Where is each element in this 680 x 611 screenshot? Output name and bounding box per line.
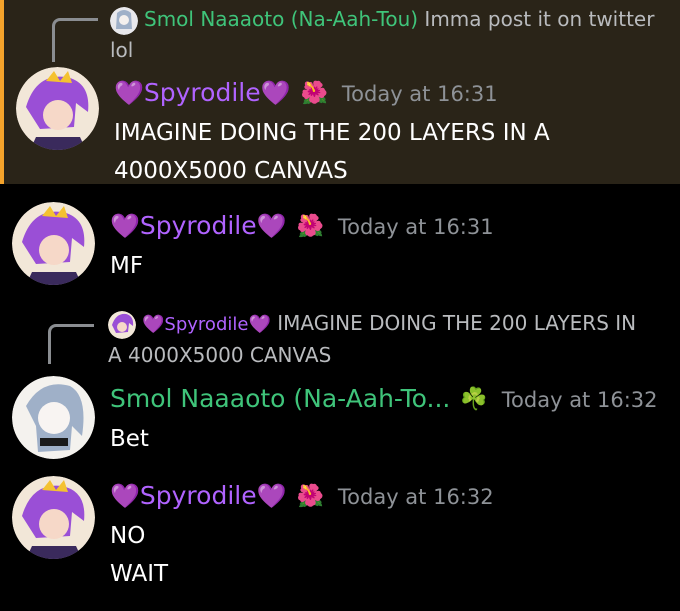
heart-icon: 💜 (256, 212, 287, 240)
heart-icon: 💜 (114, 79, 144, 107)
author-line: 💜Spyrodile💜 🌺 Today at 16:32 (110, 479, 494, 514)
message-line: IMAGINE DOING THE 200 LAYERS IN A (114, 120, 550, 146)
message-line: NO (110, 523, 146, 549)
author-line: 💜Spyrodile💜 🌺 Today at 16:31 (114, 76, 498, 111)
flower-icon: 🌺 (296, 484, 324, 509)
reply-avatar (108, 310, 136, 339)
reply-text-1: IMAGINE DOING THE 200 LAYERS IN (277, 311, 637, 335)
heart-icon: 💜 (248, 314, 271, 335)
author-name[interactable]: Spyrodile (140, 211, 257, 240)
message-reply: 💜Spyrodile💜 IMAGINE DOING THE 200 LAYERS… (0, 294, 680, 464)
avatar[interactable] (16, 67, 99, 150)
reply-text-2: lol (110, 37, 134, 62)
timestamp[interactable]: Today at 16:31 (342, 82, 498, 106)
flower-icon: 🌺 (296, 214, 324, 239)
heart-icon: 💜 (260, 79, 291, 107)
message-content: IMAGINE DOING THE 200 LAYERS IN A 4000X5… (114, 114, 550, 190)
reply-connector (52, 18, 98, 62)
author-name[interactable]: Spyrodile (144, 78, 261, 107)
flower-icon: 🌺 (300, 81, 328, 106)
avatar[interactable] (12, 202, 95, 285)
author-name[interactable]: Smol Naaaoto (Na-Aah-To... (110, 384, 450, 413)
reply-text-1: Imma post it on twitter (424, 7, 655, 31)
avatar[interactable] (12, 376, 95, 459)
reply-preview[interactable]: 💜Spyrodile💜 IMAGINE DOING THE 200 LAYERS… (108, 308, 668, 370)
author-line: 💜Spyrodile💜 🌺 Today at 16:31 (110, 209, 494, 244)
shamrock-icon: ☘️ (460, 387, 488, 412)
timestamp[interactable]: Today at 16:32 (338, 485, 494, 509)
reply-avatar (110, 6, 138, 35)
author-line: Smol Naaaoto (Na-Aah-To... ☘️ Today at 16:… (110, 382, 658, 417)
message: 💜Spyrodile💜 🌺 Today at 16:31 MF (0, 184, 680, 294)
reply-author[interactable]: Spyrodile (164, 314, 248, 335)
author-name[interactable]: Spyrodile (140, 481, 257, 510)
heart-icon: 💜 (110, 212, 140, 240)
message-line: MF (110, 253, 144, 279)
reply-text-2: A 4000X5000 CANVAS (108, 343, 332, 367)
message-content: Bet (110, 420, 149, 458)
timestamp[interactable]: Today at 16:32 (502, 388, 658, 412)
message-line: WAIT (110, 561, 169, 587)
reply-author[interactable]: Smol Naaaoto (Na-Aah-Tou) (144, 7, 418, 31)
timestamp[interactable]: Today at 16:31 (338, 215, 494, 239)
reply-preview[interactable]: Smol Naaaoto (Na-Aah-Tou) Imma post it o… (110, 4, 670, 65)
message: 💜Spyrodile💜 🌺 Today at 16:32 NO WAIT (0, 464, 680, 611)
heart-icon: 💜 (110, 482, 140, 510)
message-line: Bet (110, 426, 149, 452)
message-content: MF (110, 247, 143, 285)
heart-icon: 💜 (256, 482, 287, 510)
reply-connector (48, 324, 94, 364)
avatar[interactable] (12, 476, 95, 559)
message-highlighted: Smol Naaaoto (Na-Aah-Tou) Imma post it o… (0, 0, 680, 184)
message-content: NO WAIT (110, 517, 168, 593)
heart-icon: 💜 (142, 314, 165, 335)
